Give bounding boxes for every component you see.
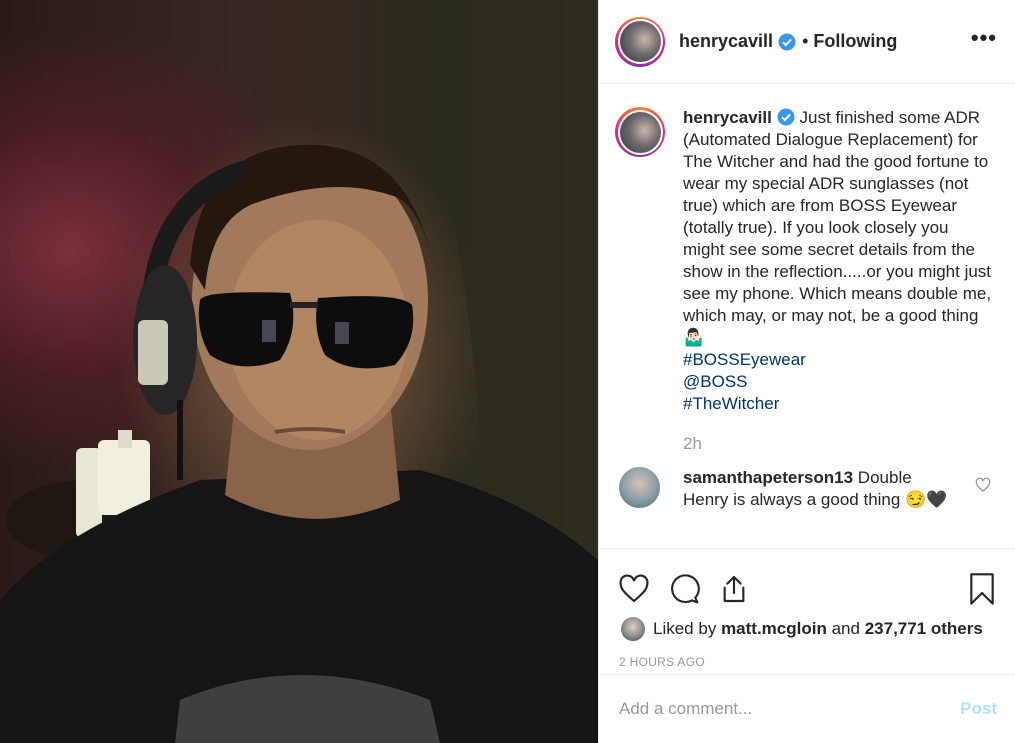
save-bookmark-icon[interactable] [965,572,999,606]
likes-others-link[interactable]: 237,771 others [865,619,983,639]
share-icon[interactable] [717,572,751,606]
commenter-username[interactable]: samanthapeterson13 [683,468,853,487]
author-avatar[interactable] [615,16,665,67]
caption-verified-badge-icon [777,108,795,126]
post-side-panel: henrycavill • Following ••• henrycavill … [598,0,1015,743]
comment-like-heart-icon[interactable] [975,477,991,493]
following-button[interactable]: Following [813,31,897,52]
post-actions: Liked by matt.mcgloin and 237,771 others… [599,548,1015,743]
caption-age[interactable]: 2h [683,433,993,455]
liker-avatar[interactable] [621,617,645,641]
comment-body: samanthapeterson13 Double Henry is alway… [683,467,958,511]
post-comment-button[interactable]: Post [960,699,997,719]
caption-avatar[interactable] [615,107,665,157]
instagram-post: henrycavill • Following ••• henrycavill … [0,0,1015,743]
likes-middle: and [831,619,860,638]
hashtag-bosseyewear[interactable]: #BOSSEyewear [683,349,993,371]
likes-summary: Liked by matt.mcgloin and 237,771 others [599,613,1015,645]
comments-list[interactable]: henrycavill Just finished some ADR (Auto… [599,85,1015,547]
post-header: henrycavill • Following ••• [599,0,1015,84]
add-comment-bar: Post [599,674,1015,743]
commenter-avatar[interactable] [619,467,660,508]
likes-prefix: Liked by [653,619,717,638]
post-photo[interactable] [0,0,598,743]
comment-bubble-icon[interactable] [667,572,701,606]
liker-username[interactable]: matt.mcgloin [721,619,827,639]
action-icons [599,549,1015,613]
comment-item: samanthapeterson13 Double Henry is alway… [599,455,1015,511]
mention-boss[interactable]: @BOSS [683,371,993,393]
post-timestamp[interactable]: 2 HOURS AGO [599,655,1015,675]
verified-badge-icon [778,33,796,50]
caption-avatar-image [619,111,661,153]
comment-input[interactable] [619,699,961,719]
photo-illustration [0,0,598,743]
author-username[interactable]: henrycavill [679,31,773,52]
caption-body: henrycavill Just finished some ADR (Auto… [683,107,993,455]
caption-text: Just finished some ADR (Automated Dialog… [683,108,992,347]
like-heart-icon[interactable] [617,572,651,606]
author-avatar-image [619,21,661,62]
more-options-icon[interactable]: ••• [971,27,997,49]
header-separator: • [802,31,809,51]
caption: henrycavill Just finished some ADR (Auto… [599,85,1015,455]
caption-username[interactable]: henrycavill [683,108,772,127]
hashtag-thewitcher[interactable]: #TheWitcher [683,393,993,415]
